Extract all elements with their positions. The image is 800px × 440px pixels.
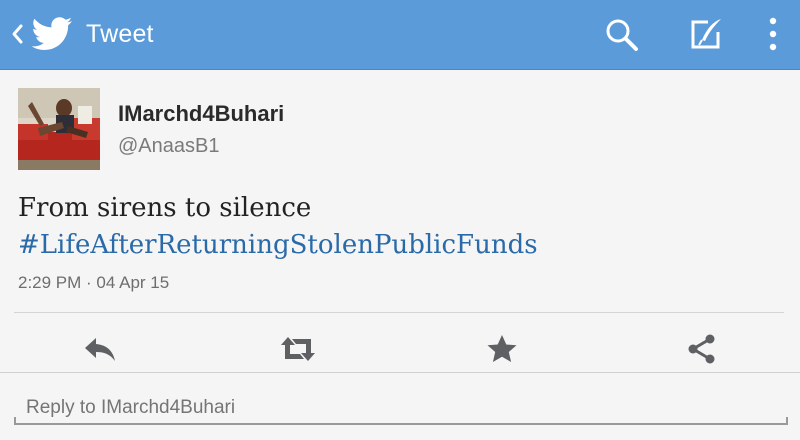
compose-icon[interactable]: [688, 16, 724, 52]
tweet-timestamp: 2:29 PM · 04 Apr 15: [18, 273, 170, 292]
share-icon[interactable]: [684, 334, 720, 364]
display-name[interactable]: IMarchd4Buhari: [118, 101, 284, 127]
user-handle[interactable]: @AnaasB1: [118, 135, 219, 158]
avatar[interactable]: [18, 88, 100, 170]
reply-input-underline: [14, 417, 788, 425]
tweet-text-line: From sirens to silence: [18, 193, 312, 223]
hashtag-link[interactable]: #LifeAfterReturningStolenPublicFunds: [18, 227, 778, 264]
reply-icon[interactable]: [82, 334, 118, 364]
reply-input[interactable]: [14, 384, 788, 424]
page-title: Tweet: [86, 20, 154, 48]
retweet-icon[interactable]: [280, 334, 316, 364]
twitter-bird-icon[interactable]: [31, 16, 73, 52]
divider: [14, 312, 784, 313]
app-bar: Tweet: [0, 0, 800, 70]
overflow-menu-icon[interactable]: [762, 16, 784, 54]
favorite-icon[interactable]: [484, 334, 520, 364]
back-chevron-icon[interactable]: [8, 20, 28, 48]
tweet-text: From sirens to silence #LifeAfterReturni…: [18, 190, 778, 264]
search-icon[interactable]: [604, 17, 640, 53]
